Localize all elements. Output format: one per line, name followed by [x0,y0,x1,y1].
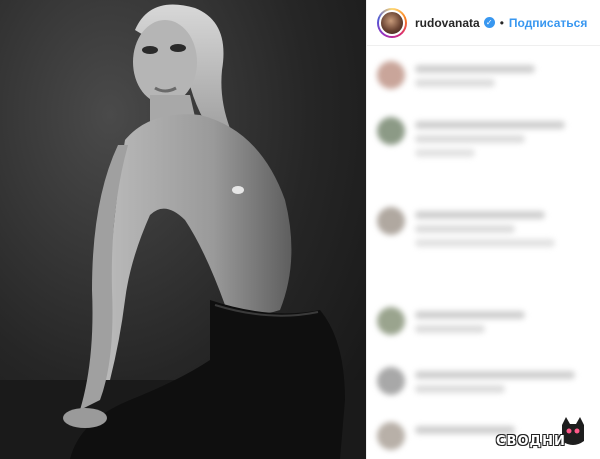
post-side-panel: rudovanata ✓ • Подписаться СВОДНИ [366,0,600,459]
separator-dot: • [499,15,504,30]
comment-text [415,211,545,219]
comment-avatar [377,61,405,89]
photo-illustration [0,4,366,459]
comment-avatar [377,307,405,335]
comment-text [415,65,535,73]
comment-text [415,325,485,333]
comment-text [415,79,495,87]
watermark-text: СВОДНИ [496,434,566,449]
comment-text [415,149,475,157]
comment-text [415,385,505,393]
comment-avatar [377,367,405,395]
verified-badge-icon: ✓ [483,17,495,28]
comment-text [415,121,565,129]
comment-text [415,225,515,233]
follow-button[interactable]: Подписаться [509,16,587,30]
username-link[interactable]: rudovanata [415,16,480,30]
post-photo[interactable] [0,0,366,459]
comment-text [415,239,555,247]
comment-avatar [377,422,405,450]
site-watermark: СВОДНИ [482,415,592,455]
blurred-comments [367,47,600,459]
avatar-image [379,9,405,36]
comment-avatar [377,207,405,235]
comment-text [415,371,575,379]
comment-avatar [377,117,405,145]
post-header: rudovanata ✓ • Подписаться [367,0,600,46]
profile-avatar[interactable] [377,7,407,38]
comment-text [415,135,525,143]
comment-text [415,311,525,319]
